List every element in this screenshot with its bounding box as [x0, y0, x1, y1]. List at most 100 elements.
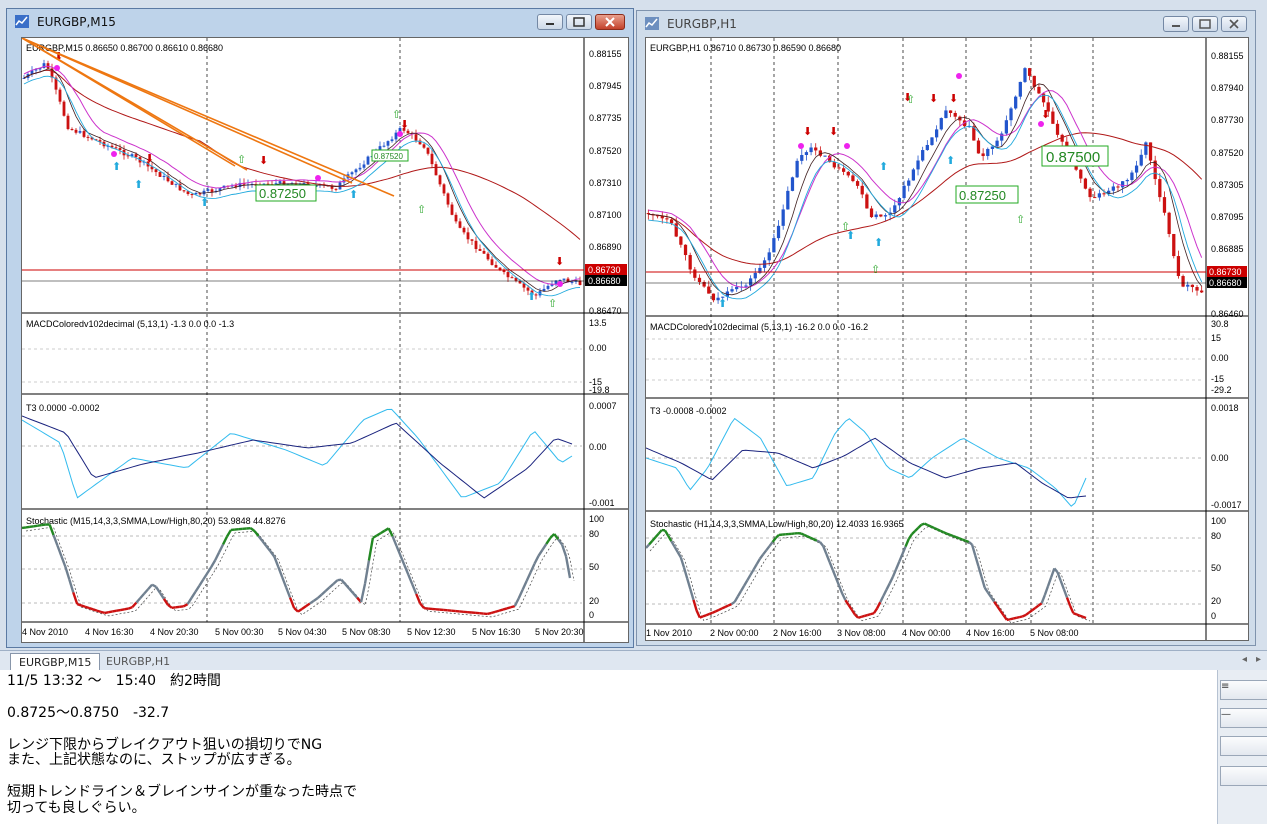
buy-arrow-icon: ⬆: [946, 155, 955, 167]
candle-body: [570, 281, 574, 283]
stoch-main-segment: [1016, 615, 1020, 619]
chart-area[interactable]: EURGBP,M15 0.86650 0.86700 0.86610 0.866…: [21, 37, 629, 643]
tab-eurgbp-m15[interactable]: EURGBP,M15: [10, 653, 101, 670]
candle-body: [386, 141, 390, 146]
candle-body: [1027, 68, 1032, 76]
stoch-main-segment: [537, 549, 544, 557]
time-label: 5 Nov 08:30: [342, 627, 391, 637]
price-level: 0.87945: [589, 81, 622, 91]
macd-level: 0.00: [1211, 353, 1229, 363]
chart-window-h1[interactable]: EURGBP,H1 EURGBP,H1 0.86710 0.86730 0.86…: [636, 10, 1256, 646]
candle-body: [86, 136, 90, 138]
maximize-button[interactable]: [566, 14, 592, 30]
signal-dot: [956, 73, 962, 79]
current-price-tag: 0.86680: [588, 276, 621, 286]
stoch-main-segment: [955, 536, 960, 540]
stoch-main-segment: [958, 537, 963, 541]
candle-body: [1051, 111, 1055, 124]
stoch-main-segment: [64, 566, 71, 580]
stoch-main-segment: [711, 610, 717, 614]
stoch-main-segment: [131, 601, 138, 608]
chart-canvas[interactable]: EURGBP,M15 0.86650 0.86700 0.86610 0.866…: [22, 38, 628, 642]
candle-body: [1102, 193, 1106, 195]
signal-dot: [798, 143, 804, 149]
time-label: 1 Nov 2010: [646, 628, 692, 638]
stoch-main-segment: [901, 546, 907, 555]
candle-body: [781, 209, 785, 226]
stoch-main-segment: [682, 567, 689, 579]
tab-scroll-left-icon[interactable]: ◂: [1242, 654, 1247, 665]
side-button[interactable]: —: [1220, 708, 1267, 728]
stoch-main-segment: [498, 608, 504, 612]
note-line: また、上記状態なのに、ストップが広すぎる。: [7, 752, 301, 768]
window-titlebar[interactable]: EURGBP,M15: [7, 9, 633, 35]
chart-area[interactable]: EURGBP,H1 0.86710 0.86730 0.86590 0.8668…: [645, 37, 1249, 641]
minimize-button[interactable]: [1163, 16, 1189, 32]
stoch-main-segment: [162, 598, 169, 606]
tab-eurgbp-h1[interactable]: EURGBP,H1: [98, 653, 178, 670]
close-button[interactable]: [1221, 16, 1247, 32]
chart-app-icon: [645, 17, 659, 30]
candle-body: [707, 286, 711, 294]
candle-body: [446, 193, 450, 205]
time-label: 5 Nov 12:30: [407, 627, 456, 637]
candle-body: [454, 214, 458, 222]
candle-body: [354, 169, 358, 173]
outline-up-arrow-icon: ⇧: [871, 264, 880, 276]
stoch-main-segment: [1040, 594, 1046, 604]
window-titlebar[interactable]: EURGBP,H1: [637, 11, 1255, 37]
stoch-label: Stochastic (M15,14,3,3,SMMA,Low/High,80,…: [26, 516, 286, 526]
side-button[interactable]: ≡: [1220, 680, 1267, 700]
stoch-level: 80: [589, 529, 599, 539]
candle-body: [546, 285, 550, 289]
chart-canvas[interactable]: EURGBP,H1 0.86710 0.86730 0.86590 0.8668…: [646, 38, 1248, 640]
stoch-main-segment: [860, 614, 865, 619]
candle-body: [1195, 287, 1199, 291]
time-label: 5 Nov 16:30: [472, 627, 521, 637]
stoch-main-segment: [155, 586, 161, 594]
time-label: 2 Nov 00:00: [710, 628, 759, 638]
candle-body: [776, 225, 781, 239]
chart-window-m15[interactable]: EURGBP,M15 EURGBP,M15 0.86650 0.86700 0.…: [6, 8, 634, 648]
stoch-main-segment: [139, 592, 146, 599]
candle-body: [190, 194, 194, 196]
side-button[interactable]: [1220, 736, 1267, 756]
stoch-main-segment: [305, 602, 311, 608]
price-level: 0.87520: [589, 146, 622, 156]
stoch-main-segment: [727, 603, 732, 607]
stoch-main-segment: [803, 533, 808, 538]
candle-body: [162, 175, 166, 177]
time-label: 5 Nov 00:30: [215, 627, 264, 637]
stoch-main-segment: [340, 578, 347, 585]
t3-label: T3 -0.0008 -0.0002: [650, 406, 727, 416]
price-annotation-small: 0.87520: [374, 152, 403, 161]
stoch-main-segment: [167, 603, 173, 609]
side-button[interactable]: [1220, 766, 1267, 786]
note-line: 0.8725～0.8750 -32.7: [7, 705, 170, 721]
stoch-main-segment: [990, 596, 996, 603]
stoch-main-segment: [1076, 613, 1081, 617]
minimize-button[interactable]: [537, 14, 563, 30]
candle-body: [1125, 179, 1129, 182]
stoch-main-segment: [914, 527, 920, 532]
moving-averages: [23, 65, 581, 297]
stoch-main-segment: [143, 588, 150, 595]
candle-body: [795, 160, 799, 178]
stoch-main-segment: [486, 611, 492, 616]
stoch-main-segment: [490, 610, 496, 615]
candle-body: [394, 132, 398, 140]
grid-lines: [22, 38, 582, 622]
stoch-main-segment: [100, 610, 106, 615]
stoch-main-segment: [261, 540, 268, 547]
stoch-level: 50: [1211, 563, 1221, 573]
stoch-main-segment: [332, 579, 339, 585]
tab-scroll-right-icon[interactable]: ▸: [1256, 654, 1261, 665]
candle-body: [422, 144, 426, 148]
notes-editor[interactable]: 11/5 13:32 ～ 15:40 約2時間 0.8725～0.8750 -3…: [0, 670, 1217, 824]
macd-level: -19.8: [589, 385, 610, 395]
stoch-main-segment: [1065, 597, 1072, 607]
candle-body: [790, 177, 795, 191]
maximize-button[interactable]: [1192, 16, 1218, 32]
candle-body: [498, 267, 502, 270]
close-button[interactable]: [595, 14, 625, 30]
